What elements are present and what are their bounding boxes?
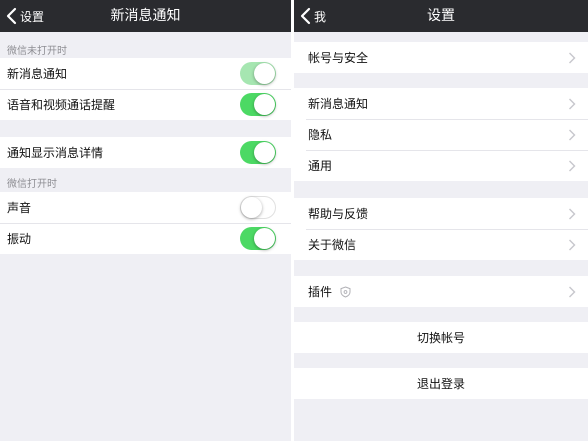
page-title: 新消息通知 (110, 8, 181, 24)
shield-icon (340, 285, 351, 298)
notification-settings-screen: 设置 新消息通知 微信未打开时 新消息通知 语音和视频通话提醒 通知显示消息详情… (0, 0, 291, 441)
menu-item-label: 新消息通知 (308, 97, 369, 111)
menu-item-label: 隐私 (308, 128, 333, 142)
nav-bar: 我 设置 (294, 0, 588, 32)
setting-label: 振动 (7, 232, 32, 246)
group-general: 新消息通知 隐私 通用 (294, 88, 588, 181)
vibrate-toggle[interactable] (240, 227, 276, 250)
group-plugins: 插件 (294, 276, 588, 307)
group-logout: 退出登录 (294, 368, 588, 399)
switch-account-button[interactable]: 切换帐号 (294, 322, 588, 353)
toggle-knob (254, 63, 275, 84)
setting-row-vibrate: 振动 (0, 223, 291, 254)
group-wechat-open: 声音 振动 (0, 192, 291, 254)
logout-button[interactable]: 退出登录 (294, 368, 588, 399)
chevron-right-icon (569, 98, 576, 110)
chevron-right-icon (569, 129, 576, 141)
new-message-toggle[interactable] (240, 62, 276, 85)
menu-item-general[interactable]: 通用 (294, 150, 588, 181)
toggle-knob (254, 94, 275, 115)
menu-item-new-message[interactable]: 新消息通知 (294, 88, 588, 119)
settings-screen: 我 设置 帐号与安全 新消息通知 隐私 通用 帮助与反馈 关于微信 插件 切换帐… (294, 0, 588, 441)
chevron-right-icon (569, 286, 576, 298)
toggle-knob (241, 197, 262, 218)
setting-row-call-reminder: 语音和视频通话提醒 (0, 89, 291, 120)
setting-row-new-message: 新消息通知 (0, 58, 291, 89)
setting-row-show-details: 通知显示消息详情 (0, 137, 291, 168)
toggle-knob (254, 142, 275, 163)
menu-item-label: 帮助与反馈 (308, 207, 369, 221)
section-label-wechat-open: 微信打开时 (7, 179, 57, 190)
setting-row-sound: 声音 (0, 192, 291, 223)
switch-account-label: 切换帐号 (416, 331, 465, 345)
call-reminder-toggle[interactable] (240, 93, 276, 116)
chevron-right-icon (569, 239, 576, 251)
group-wechat-closed: 新消息通知 语音和视频通话提醒 (0, 58, 291, 120)
group-message-detail: 通知显示消息详情 (0, 137, 291, 168)
setting-label: 新消息通知 (7, 67, 68, 81)
setting-label: 通知显示消息详情 (7, 146, 104, 160)
show-details-toggle[interactable] (240, 141, 276, 164)
page-title: 设置 (427, 8, 455, 24)
menu-item-label: 插件 (308, 285, 333, 299)
menu-item-account-security[interactable]: 帐号与安全 (294, 42, 588, 73)
menu-item-label: 帐号与安全 (308, 51, 369, 65)
section-label-wechat-closed: 微信未打开时 (7, 46, 67, 57)
chevron-right-icon (569, 52, 576, 64)
menu-item-privacy[interactable]: 隐私 (294, 119, 588, 150)
group-switch-account: 切换帐号 (294, 322, 588, 353)
toggle-knob (254, 228, 275, 249)
group-account: 帐号与安全 (294, 42, 588, 73)
sound-toggle[interactable] (240, 196, 276, 219)
nav-bar: 设置 新消息通知 (0, 0, 291, 32)
menu-item-plugins[interactable]: 插件 (294, 276, 588, 307)
group-help: 帮助与反馈 关于微信 (294, 198, 588, 260)
setting-label: 声音 (7, 201, 32, 215)
chevron-right-icon (569, 208, 576, 220)
menu-item-label: 关于微信 (308, 238, 357, 252)
chevron-right-icon (569, 160, 576, 172)
menu-item-label: 通用 (308, 159, 333, 173)
menu-item-about-wechat[interactable]: 关于微信 (294, 229, 588, 260)
menu-item-help-feedback[interactable]: 帮助与反馈 (294, 198, 588, 229)
logout-label: 退出登录 (416, 377, 465, 391)
setting-label: 语音和视频通话提醒 (7, 98, 116, 112)
